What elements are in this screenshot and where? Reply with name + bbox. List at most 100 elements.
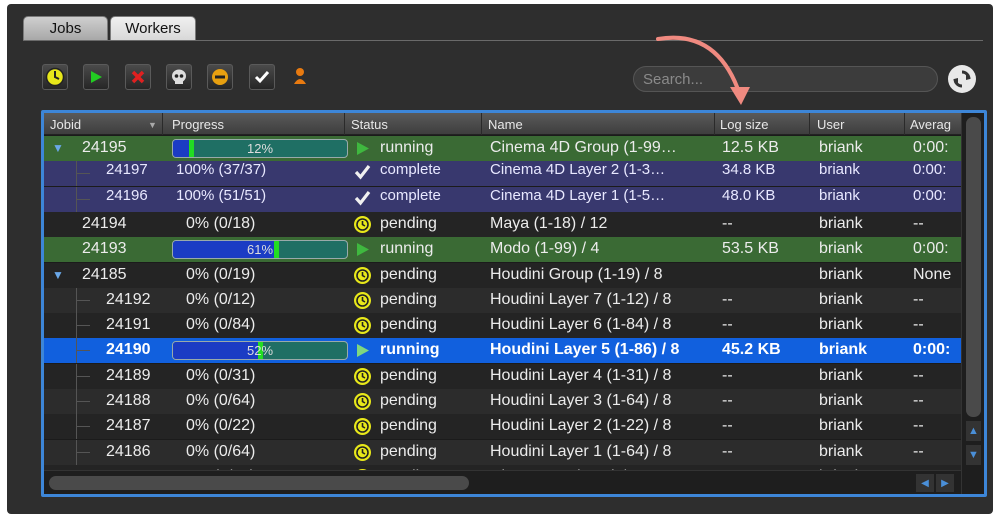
user-name: briank (819, 139, 863, 156)
job-id: 24197 (106, 161, 148, 179)
table-row[interactable]: 24196 100% (51/51) complete Cinema 4D Layer… (44, 186, 962, 212)
status-text: running (380, 139, 434, 156)
job-id: 24194 (82, 214, 127, 232)
average-time: -- (913, 316, 924, 334)
progress-text: 0% (0/64) (186, 442, 256, 460)
table-row[interactable]: ▼ 24195 12% running Cinema 4D Group (1-99… 12… (44, 136, 962, 161)
table-row[interactable]: 24192 0% (0/12) pending Houdini Layer 7 (1-… (44, 287, 962, 313)
x-button[interactable] (125, 64, 151, 90)
check-status-icon (353, 162, 372, 181)
header-user[interactable]: User (817, 117, 844, 132)
progress-text: 0% (0/18) (186, 214, 256, 232)
refresh-button[interactable] (948, 65, 976, 93)
table-row[interactable]: 24194 0% (0/18) pending Maya (1-18) / 12 -- b… (44, 211, 962, 237)
skull-button[interactable] (166, 64, 192, 90)
log-size: -- (722, 417, 733, 435)
log-size: -- (722, 316, 733, 334)
scroll-thumb[interactable] (49, 476, 469, 490)
tab-workers[interactable]: Workers (110, 16, 196, 40)
log-size: 34.8 KB (722, 161, 776, 179)
job-name: Houdini Layer 5 (1-86) / 8 (490, 341, 680, 359)
log-size: -- (722, 366, 733, 384)
scroll-left-icon[interactable]: ◀ (916, 474, 934, 492)
clock-status-icon (353, 215, 372, 234)
clock-icon (45, 67, 65, 87)
progress-bar: 61% (172, 240, 348, 260)
job-name: Houdini Layer 3 (1-64) / 8 (490, 392, 672, 409)
log-size: 45.2 KB (722, 341, 781, 359)
status-text: pending (380, 214, 437, 232)
user-name: briank (819, 161, 860, 179)
tab-divider (23, 40, 983, 41)
job-name: Houdini Layer 2 (1-22) / 8 (490, 417, 672, 435)
clock-status-icon (353, 266, 372, 285)
progress-bar: 52% (172, 341, 348, 361)
tree-line (76, 299, 90, 301)
table-row[interactable]: 24186 0% (0/64) pending Houdini Layer 1 (1-… (44, 439, 962, 465)
scroll-thumb[interactable] (966, 117, 981, 417)
disclosure-triangle-icon[interactable]: ▼ (52, 268, 64, 282)
progress-text: 0% (0/12) (186, 290, 256, 308)
job-name: Modo (1-99) / 4 (490, 240, 600, 258)
job-name: Cinema 4D Group (1-99… (490, 139, 677, 156)
header-jobid[interactable]: Jobid (50, 117, 81, 132)
disclosure-triangle-icon[interactable]: ▼ (52, 141, 64, 155)
average-time: 0:00: (913, 161, 947, 179)
progress-label: 52% (246, 343, 274, 359)
job-name: Houdini Layer 7 (1-12) / 8 (490, 290, 672, 308)
user-name: briank (819, 392, 863, 409)
header-progress[interactable]: Progress (172, 117, 224, 132)
vertical-scrollbar[interactable]: ▲ ▼ (961, 113, 984, 494)
table-row[interactable]: 24188 0% (0/64) pending Houdini Layer 3 (1-… (44, 389, 962, 414)
header-name[interactable]: Name (488, 117, 523, 132)
table-row[interactable]: ▼ 24185 0% (0/19) pending Houdini Group (1-1… (44, 262, 962, 288)
log-size: 53.5 KB (722, 240, 779, 258)
job-id: 24190 (106, 341, 151, 359)
tree-line (76, 451, 90, 453)
progress-label: 12% (246, 141, 274, 156)
clock-status-icon (353, 417, 372, 436)
play-status-icon (353, 139, 372, 158)
clock-status-icon (353, 316, 372, 335)
tab-jobs[interactable]: Jobs (23, 16, 108, 40)
horizontal-scrollbar[interactable]: ◀ ▶ (44, 470, 961, 494)
user-name: briank (819, 442, 863, 460)
log-size: -- (722, 392, 733, 409)
table-row[interactable]: 24197 100% (37/37) complete Cinema 4D Layer… (44, 161, 962, 187)
job-id: 24196 (106, 186, 148, 204)
x-icon (130, 69, 146, 85)
table-header: Jobid ▼ Progress Status Name Log size Us… (44, 113, 984, 135)
table-row[interactable]: 24193 61% running Modo (1-99) / 4 53.5 KB bri… (44, 237, 962, 263)
play-status-icon (353, 341, 372, 360)
clock-status-icon (353, 367, 372, 386)
checkmark-button[interactable] (249, 64, 275, 90)
header-status[interactable]: Status (351, 117, 388, 132)
job-name: Houdini Layer 1 (1-64) / 8 (490, 442, 672, 460)
scroll-up-icon[interactable]: ▲ (966, 421, 981, 441)
table-row[interactable]: 24189 0% (0/31) pending Houdini Layer 4 (1-… (44, 363, 962, 389)
minus-circle-button[interactable] (207, 64, 233, 90)
table-row[interactable]: 24190 52% running Houdini Layer 5 (1-86) / … (44, 338, 962, 364)
table-row[interactable]: 24191 0% (0/84) pending Houdini Layer 6 (1-… (44, 313, 962, 339)
table-row[interactable]: 24187 0% (0/22) pending Houdini Layer 2 (1-… (44, 414, 962, 440)
job-name: Houdini Group (1-19) / 8 (490, 265, 663, 283)
header-average[interactable]: Averag (910, 117, 951, 132)
refresh-icon (953, 70, 971, 88)
clock-button[interactable] (42, 64, 68, 90)
average-time: None (913, 265, 952, 283)
progress-text: 100% (51/51) (176, 186, 267, 204)
sort-desc-icon[interactable]: ▼ (148, 120, 157, 130)
progress-text: 0% (0/22) (186, 417, 256, 435)
job-name: Cinema 4D Layer 1 (1-5… (490, 186, 666, 204)
job-id: 24192 (106, 290, 151, 308)
job-name: Cinema 4D Layer 2 (1-3… (490, 161, 666, 179)
search-input[interactable]: Search... (633, 66, 938, 92)
user-button[interactable] (290, 66, 310, 90)
header-logsize[interactable]: Log size (720, 117, 768, 132)
play-button[interactable] (83, 64, 109, 90)
scroll-down-icon[interactable]: ▼ (966, 445, 981, 465)
status-text: pending (380, 392, 437, 409)
scroll-right-icon[interactable]: ▶ (936, 474, 954, 492)
average-time: 0:00: (913, 341, 951, 359)
clock-status-icon (353, 291, 372, 310)
